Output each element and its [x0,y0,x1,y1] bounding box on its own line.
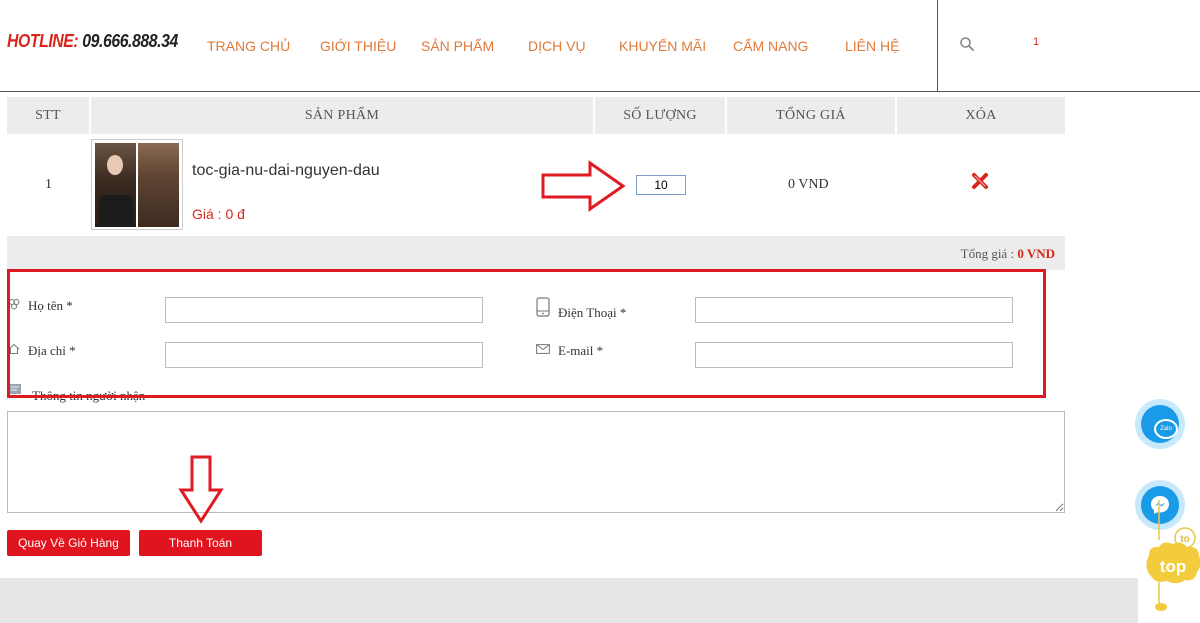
cart-table-header: STT SẢN PHẨM SỐ LƯỢNG TỔNG GIÁ XÓA [7,97,1065,134]
receiver-info-textarea[interactable] [7,411,1065,513]
column-header-delete: XÓA [965,108,997,123]
delete-icon[interactable] [971,172,989,190]
cart-total-bar: Tổng giá : 0 VND [7,236,1065,270]
hotline-number[interactable]: 09.666.888.34 [82,31,178,51]
product-photo-front [95,143,136,227]
mail-icon [536,344,550,354]
zalo-icon: Zalo [1154,419,1178,439]
arrow-right-icon [541,160,626,212]
row-total: 0 VND [788,177,829,192]
quantity-input[interactable] [636,175,686,195]
zalo-circle: Zalo [1141,405,1179,443]
nav-item-services[interactable]: DỊCH VỤ [528,38,586,54]
email-label: E-mail * [558,343,604,358]
column-header-quantity: SỐ LƯỢNG [623,108,697,123]
product-thumbnail[interactable] [91,139,183,230]
nav-item-home[interactable]: TRANG CHỦ [207,38,290,54]
footer-strip [0,578,1138,623]
hotline-label: HOTLINE: [7,31,79,51]
back-to-top-button[interactable]: to top [1145,500,1200,615]
nav-item-contact[interactable]: LIÊN HỆ [845,38,899,54]
home-icon [8,343,20,354]
zalo-chat-button[interactable]: Zalo [1135,399,1185,449]
product-name[interactable]: toc-gia-nu-dai-nguyen-dau [192,162,380,180]
name-label: Họ tên * [28,298,73,313]
nav-item-about[interactable]: GIỚI THIỆU [320,38,396,54]
receiver-info-label: Thông tin người nhận [32,388,146,403]
checkout-button[interactable]: Thanh Toán [139,530,262,556]
phone-icon [536,297,550,317]
arrow-down-icon [178,455,224,524]
table-row: 1 toc-gia-nu-dai-nguyen-dau Giá : 0 đ 0 … [7,134,1065,236]
hotline[interactable]: HOTLINE: 09.666.888.34 [7,31,178,52]
row-stt: 1 [45,177,52,192]
top-label: top [1160,557,1186,576]
email-field[interactable] [695,342,1013,368]
product-price: Giá : 0 đ [192,206,245,222]
nav-item-promotions[interactable]: KHUYẾN MÃI [619,38,706,54]
address-label: Địa chỉ * [28,343,76,358]
product-photo-back [138,143,179,227]
note-icon [9,384,21,394]
cart-total: Tổng giá : 0 VND [961,246,1055,262]
cart-count-badge[interactable]: 1 [1033,36,1039,48]
user-icon [9,299,20,310]
header-divider [937,0,938,92]
site-header: HOTLINE: 09.666.888.34 TRANG CHỦ GIỚI TH… [0,0,1200,92]
form-highlight-box [7,269,1046,398]
nav-item-products[interactable]: SẢN PHẨM [421,38,494,54]
back-to-cart-button[interactable]: Quay Về Giỏ Hàng [7,530,130,556]
phone-field[interactable] [695,297,1013,323]
phone-label: Điện Thoại * [558,305,627,320]
search-icon[interactable] [959,36,975,52]
column-header-total: TỔNG GIÁ [776,108,846,123]
column-header-product: SẢN PHẨM [304,108,380,123]
column-header-stt: STT [35,108,61,123]
address-field[interactable] [165,342,483,368]
name-field[interactable] [165,297,483,323]
nav-item-handbook[interactable]: CẨM NANG [733,38,808,54]
cart-total-label: Tổng giá : [960,246,1018,261]
cart-total-value: 0 VND [1017,246,1055,261]
